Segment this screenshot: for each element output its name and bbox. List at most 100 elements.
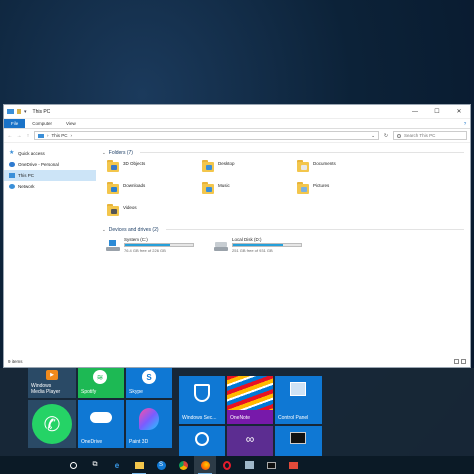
documents-folder-icon xyxy=(296,159,310,173)
taskbar-edge[interactable]: e xyxy=(106,456,128,474)
local-disk-icon xyxy=(214,240,228,251)
folder-icon xyxy=(134,461,144,469)
drive-info: Local Disk (D:) 251 GB free of 931 GB xyxy=(232,237,302,253)
divider xyxy=(139,152,464,153)
tile-label: Windows Sec... xyxy=(182,415,217,421)
taskbar-app[interactable] xyxy=(238,456,260,474)
taskbar-command-prompt[interactable] xyxy=(260,456,282,474)
terminal-icon xyxy=(266,461,276,469)
tile-label: Control Panel xyxy=(278,415,309,421)
folder-item[interactable]: Downloads xyxy=(106,181,201,199)
nav-item-this-pc[interactable]: This PC xyxy=(4,170,96,181)
folder-item[interactable]: Videos xyxy=(106,203,201,221)
folder-item[interactable]: Pictures xyxy=(296,181,391,199)
cloud-icon xyxy=(9,162,15,167)
nav-item-onedrive[interactable]: OneDrive - Personal xyxy=(4,159,96,170)
edge-icon: e xyxy=(114,460,120,470)
taskbar-chrome[interactable] xyxy=(172,456,194,474)
close-button[interactable]: ✕ xyxy=(448,105,470,119)
address-dropdown-icon[interactable]: ⌄ xyxy=(371,133,375,139)
taskbar-skype[interactable]: S xyxy=(150,456,172,474)
tile-windows-security[interactable]: Windows Sec... xyxy=(179,376,225,424)
drives-section-header[interactable]: ⌄ Devices and drives (2) xyxy=(102,225,464,234)
folder-item[interactable]: Desktop xyxy=(201,159,296,177)
minimize-button[interactable]: — xyxy=(404,105,426,119)
tile-skype[interactable]: S Skype xyxy=(126,368,172,398)
pc-icon[interactable] xyxy=(7,109,14,114)
tile-label: Windows Media Player xyxy=(31,383,61,395)
tab-view[interactable]: View xyxy=(59,119,83,128)
folder-label: Downloads xyxy=(123,183,146,188)
maximize-button[interactable]: ☐ xyxy=(426,105,448,119)
address-path[interactable]: This PC xyxy=(52,133,68,138)
tab-computer[interactable]: Computer xyxy=(25,119,59,128)
terminal-icon xyxy=(290,432,306,444)
tile-onenote[interactable]: OneNote xyxy=(227,376,273,424)
app-icon xyxy=(244,461,254,469)
cortana-button[interactable] xyxy=(62,456,84,474)
quick-access-dropdown[interactable]: ▾ xyxy=(24,109,27,115)
drive-item[interactable]: Local Disk (D:) 251 GB free of 931 GB xyxy=(214,237,302,253)
tile-visual-studio[interactable]: ∞ xyxy=(227,426,273,456)
taskbar-file-explorer[interactable] xyxy=(128,456,150,474)
divider xyxy=(165,229,464,230)
taskbar-firefox[interactable] xyxy=(194,456,216,474)
status-bar: 9 items xyxy=(4,357,470,367)
downloads-folder-icon xyxy=(106,181,120,195)
tile-alarms-clock[interactable] xyxy=(179,426,225,456)
up-button[interactable]: ↑ xyxy=(25,133,31,139)
search-input[interactable]: Search This PC xyxy=(393,131,467,140)
drive-name: System (C:) xyxy=(124,237,148,242)
tile-whatsapp[interactable]: ✆ xyxy=(28,400,76,448)
nav-item-network[interactable]: Network xyxy=(4,181,96,192)
address-bar[interactable]: › This PC › ⌄ xyxy=(34,131,379,140)
large-icons-view-icon[interactable] xyxy=(461,359,466,364)
tab-file[interactable]: File xyxy=(4,119,26,128)
folders-grid: 3D Objects Desktop Documents Downloads Music… xyxy=(106,159,464,221)
address-separator: › xyxy=(70,133,73,138)
properties-icon[interactable] xyxy=(17,109,21,114)
media-player-icon: ▶ xyxy=(46,370,58,380)
tile-control-panel[interactable]: Control Panel xyxy=(275,376,322,424)
folder-item[interactable]: Music xyxy=(201,181,296,199)
tile-spotify[interactable]: ≋ Spotify xyxy=(78,368,124,398)
taskbar-opera[interactable] xyxy=(216,456,238,474)
nav-item-quick-access[interactable]: ★ Quick access xyxy=(4,148,96,159)
opera-icon xyxy=(223,460,231,470)
folders-section-header[interactable]: ⌄ Folders (7) xyxy=(102,148,464,157)
onenote-artwork-icon xyxy=(227,376,273,410)
star-icon: ★ xyxy=(9,150,15,156)
drive-item[interactable]: System (C:) 76.4 GB free of 226 GB xyxy=(106,237,194,253)
folder-item[interactable]: 3D Objects xyxy=(106,159,201,177)
nav-item-label: OneDrive - Personal xyxy=(18,162,59,167)
folder-label: Videos xyxy=(123,205,137,210)
skype-icon: S xyxy=(156,460,166,470)
details-view-icon[interactable] xyxy=(454,359,459,364)
item-count: 9 items xyxy=(8,359,23,364)
taskbar-app-2[interactable] xyxy=(282,456,304,474)
content-pane: ⌄ Folders (7) 3D Objects Desktop Documents… xyxy=(96,144,470,357)
help-icon[interactable]: ? xyxy=(460,119,470,128)
tile-command-prompt[interactable] xyxy=(275,426,322,456)
tile-onedrive[interactable]: OneDrive xyxy=(78,400,124,448)
nav-item-label: Quick access xyxy=(18,151,45,156)
folder-label: 3D Objects xyxy=(123,161,146,166)
tile-windows-media-player[interactable]: ▶ Windows Media Player xyxy=(28,368,76,398)
drives-list: System (C:) 76.4 GB free of 226 GB Local D… xyxy=(106,237,464,253)
drive-free-space: 76.4 GB free of 226 GB xyxy=(124,248,166,253)
refresh-button[interactable]: ↻ xyxy=(382,133,390,139)
quick-access-toolbar: ▾ xyxy=(7,109,27,115)
search-icon xyxy=(397,133,401,138)
folder-label: Desktop xyxy=(218,161,235,166)
task-view-button[interactable]: ⧉ xyxy=(84,456,106,474)
section-title: Devices and drives (2) xyxy=(108,226,159,233)
tile-paint-3d[interactable]: Paint 3D xyxy=(126,400,172,448)
control-panel-icon xyxy=(290,382,306,396)
tile-label: Skype xyxy=(129,389,143,395)
back-button[interactable]: ← xyxy=(7,133,13,139)
folder-item[interactable]: Documents xyxy=(296,159,391,177)
pictures-folder-icon xyxy=(296,181,310,195)
tile-label: Spotify xyxy=(81,389,97,395)
forward-button[interactable]: → xyxy=(16,133,22,139)
section-title: Folders (7) xyxy=(108,149,133,156)
